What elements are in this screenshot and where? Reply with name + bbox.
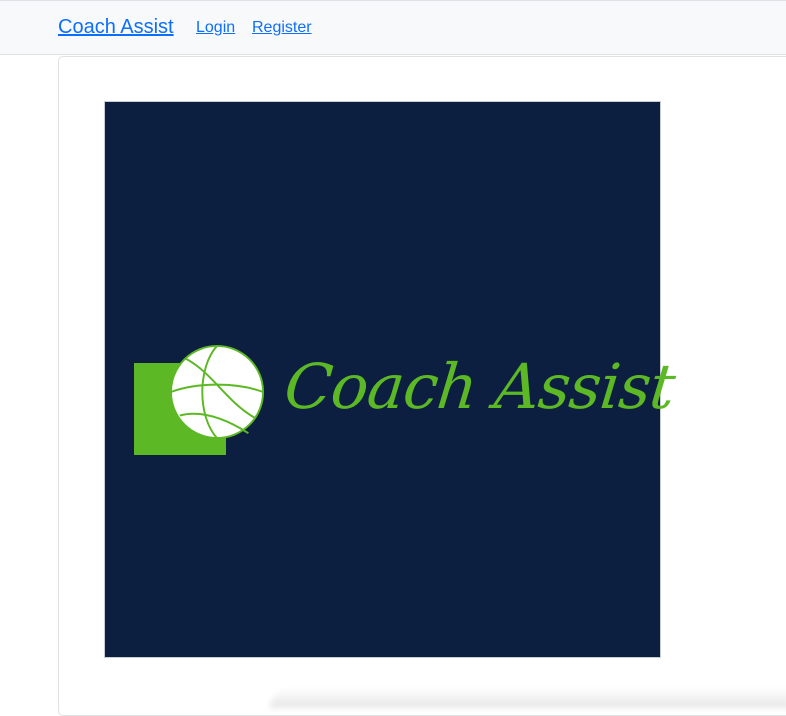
login-link[interactable]: Login bbox=[196, 19, 235, 37]
logo-wordmark: Coach Assist bbox=[281, 350, 678, 423]
register-link[interactable]: Register bbox=[252, 19, 312, 37]
brand-link[interactable]: Coach Assist bbox=[58, 16, 174, 39]
coach-assist-logo: Coach Assist bbox=[104, 101, 678, 658]
bottom-shadow-decoration bbox=[270, 688, 786, 708]
top-navbar: Coach Assist Login Register bbox=[0, 0, 786, 55]
basketball-icon bbox=[169, 344, 265, 440]
